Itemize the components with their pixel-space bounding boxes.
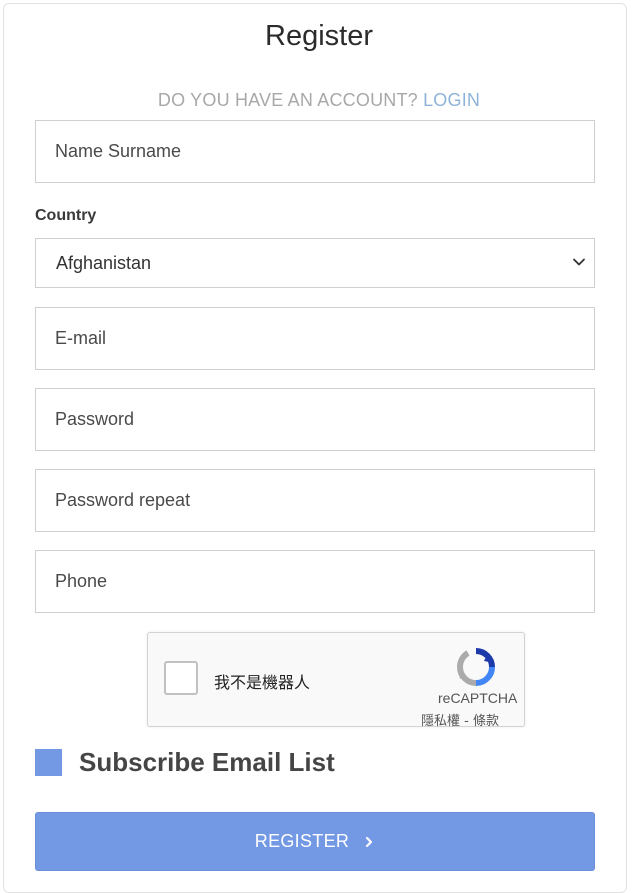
- page-title: Register: [265, 20, 373, 52]
- subscribe-option[interactable]: Subscribe Email List: [35, 746, 335, 777]
- chevron-right-icon: [366, 836, 373, 847]
- country-label: Country: [35, 207, 97, 224]
- account-prompt: DO YOU HAVE AN ACCOUNT? LOGIN: [4, 90, 634, 111]
- recaptcha-widget: 我不是機器人 reCAPTCHA 隱私權 - 條款: [147, 632, 525, 729]
- name-surname-field[interactable]: Name Surname: [35, 120, 595, 183]
- password-field[interactable]: Password: [35, 388, 595, 451]
- register-button-label: REGISTER: [254, 831, 350, 851]
- recaptcha-logo-icon: [456, 648, 495, 686]
- recaptcha-terms-links[interactable]: 隱私權 - 條款: [421, 710, 499, 729]
- recaptcha-checkbox[interactable]: [164, 661, 198, 695]
- subscribe-checkbox[interactable]: [35, 748, 62, 776]
- register-button[interactable]: REGISTER: [35, 812, 595, 871]
- phone-field[interactable]: Phone: [35, 550, 595, 613]
- name-surname-placeholder: Name Surname: [55, 141, 182, 161]
- recaptcha-brand: reCAPTCHA: [438, 690, 518, 706]
- country-select[interactable]: Afghanistan: [35, 238, 595, 288]
- email-placeholder: E-mail: [55, 328, 107, 348]
- phone-placeholder: Phone: [55, 571, 108, 591]
- recaptcha-label: 我不是機器人: [214, 673, 311, 692]
- subscribe-label: Subscribe Email List: [79, 746, 335, 777]
- email-field[interactable]: E-mail: [35, 307, 595, 370]
- account-question: DO YOU HAVE AN ACCOUNT?: [157, 90, 418, 110]
- password-placeholder: Password: [55, 409, 135, 429]
- password-repeat-field[interactable]: Password repeat: [35, 469, 595, 532]
- chevron-down-icon: [573, 258, 585, 266]
- login-link[interactable]: LOGIN: [423, 90, 480, 110]
- country-selected-value: Afghanistan: [56, 252, 152, 273]
- password-repeat-placeholder: Password repeat: [55, 490, 191, 510]
